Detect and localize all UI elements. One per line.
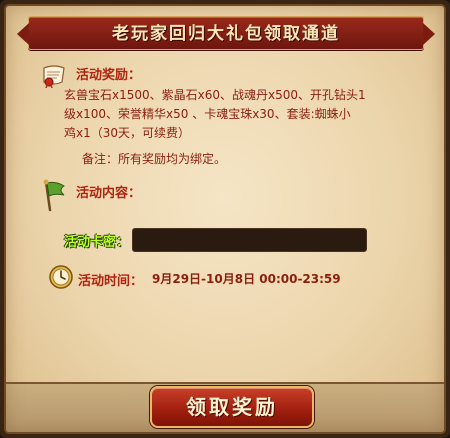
title-banner: 老玩家回归大礼包领取通道 <box>17 16 435 50</box>
compass-clock-icon <box>49 265 73 289</box>
content-label: 活动内容： <box>76 186 142 201</box>
scroll-icon <box>43 65 65 88</box>
dialog-frame: 老玩家回归大礼包领取通道 活动奖励： 玄兽宝石x1500、紫晶石x60、战魂丹x… <box>4 4 446 434</box>
code-input[interactable] <box>132 228 367 252</box>
claim-reward-button-label: 领取奖励 <box>186 395 278 419</box>
reward-line-2: 级x100、荣誉精华x50 、卡魂宝珠x30、套装:蜘蛛小 <box>64 107 351 121</box>
time-label: 活动时间： <box>78 274 144 289</box>
flag-icon <box>43 179 65 212</box>
reward-note: 备注：所有奖励均为绑定。 <box>82 152 227 166</box>
reward-line-3: 鸡x1（30天，可续费） <box>64 126 191 140</box>
reward-label: 活动奖励： <box>76 68 142 83</box>
code-label: 活动卡密： <box>64 235 130 250</box>
dialog-title: 老玩家回归大礼包领取通道 <box>112 24 340 44</box>
time-value: 9月29日-10月8日 00:00-23:59 <box>152 272 341 286</box>
reward-line-1: 玄兽宝石x1500、紫晶石x60、战魂丹x500、开孔钻头1 <box>64 88 366 102</box>
claim-reward-button[interactable]: 领取奖励 <box>150 386 314 428</box>
reward-dialog: 老玩家回归大礼包领取通道 活动奖励： 玄兽宝石x1500、紫晶石x60、战魂丹x… <box>0 0 450 438</box>
